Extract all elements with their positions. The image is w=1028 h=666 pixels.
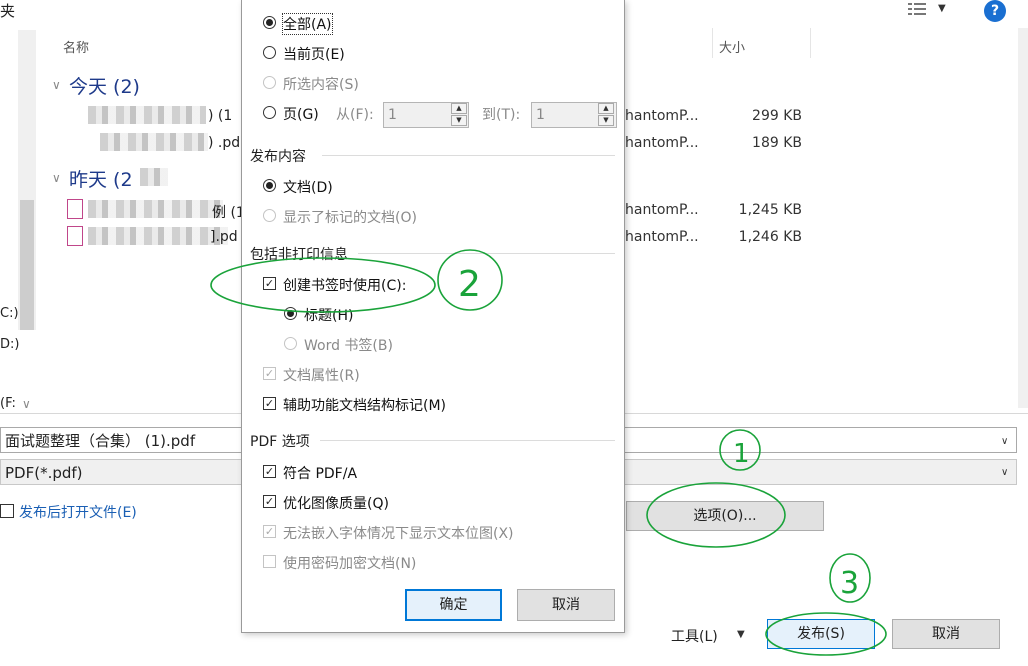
- encrypt-label[interactable]: 使用密码加密文档(N): [283, 553, 416, 573]
- pdfa-label[interactable]: 符合 PDF/A: [283, 463, 357, 483]
- content-markup-radio[interactable]: [263, 209, 276, 222]
- section-divider: [358, 253, 615, 254]
- from-label: 从(F):: [336, 107, 374, 123]
- range-all-label[interactable]: 全部(A): [282, 13, 333, 35]
- pdfa-checkbox[interactable]: ✓: [263, 465, 276, 478]
- range-all-radio[interactable]: [263, 16, 276, 29]
- accessibility-checkbox[interactable]: ✓: [263, 397, 276, 410]
- bookmarks-word-label[interactable]: Word 书签(B): [304, 335, 393, 355]
- group-collapse-chevron-icon[interactable]: ∨: [52, 171, 61, 185]
- column-header-size[interactable]: 大小: [719, 37, 745, 56]
- accessibility-label[interactable]: 辅助功能文档结构标记(M): [283, 395, 446, 415]
- from-spin-down-icon[interactable]: ▼: [451, 115, 467, 126]
- group-header-yesterday[interactable]: 昨天 (2: [69, 165, 133, 192]
- nav-drive-d[interactable]: D:): [0, 337, 19, 352]
- bookmarks-headings-radio[interactable]: [284, 307, 297, 320]
- file-app: hantomP...: [625, 135, 699, 151]
- file-name-suffix[interactable]: 例 (1: [212, 202, 245, 222]
- ok-button[interactable]: 确定: [405, 589, 502, 621]
- from-spin-up-icon[interactable]: ▲: [451, 103, 467, 114]
- column-divider[interactable]: [712, 28, 713, 58]
- bookmarks-headings-label[interactable]: 标题(H): [304, 305, 353, 325]
- file-name-suffix[interactable]: ) (1: [208, 108, 232, 124]
- range-selection-label[interactable]: 所选内容(S): [283, 74, 359, 94]
- properties-checkbox[interactable]: ✓: [263, 367, 276, 380]
- filename-dropdown-arrow-icon[interactable]: ∨: [1001, 436, 1008, 447]
- view-details-icon[interactable]: [908, 2, 926, 16]
- file-size: 1,246 KB: [738, 229, 802, 245]
- file-size: 299 KB: [752, 108, 802, 124]
- options-dialog: 全部(A) 当前页(E) 所选内容(S) 页(G) 从(F): 1 ▲ ▼ 到(…: [241, 0, 625, 633]
- blurred-filename: [88, 227, 228, 245]
- tools-menu[interactable]: 工具(L): [671, 626, 718, 646]
- optimize-label[interactable]: 优化图像质量(Q): [283, 493, 389, 513]
- publish-button[interactable]: 发布(S): [767, 619, 875, 649]
- blurred-filename: [88, 200, 223, 218]
- options-button[interactable]: 选项(O)...: [626, 501, 824, 531]
- encrypt-checkbox[interactable]: [263, 555, 276, 568]
- pdf-file-icon: [67, 226, 83, 246]
- nav-drive-f[interactable]: (F:: [0, 396, 16, 411]
- right-scrollbar[interactable]: [1018, 28, 1028, 408]
- nav-drive-c[interactable]: C:): [0, 306, 19, 321]
- bookmarks-checkbox[interactable]: ✓: [263, 277, 276, 290]
- column-header-name[interactable]: 名称: [63, 37, 89, 56]
- content-markup-label[interactable]: 显示了标记的文档(O): [283, 207, 417, 227]
- options-cancel-button[interactable]: 取消: [517, 589, 615, 621]
- cancel-button[interactable]: 取消: [892, 619, 1000, 649]
- nav-scrollbar-thumb[interactable]: [20, 200, 34, 330]
- annotation-number-three: 3: [840, 566, 859, 601]
- section-divider: [322, 155, 615, 156]
- file-name-suffix[interactable]: ].pd: [210, 229, 238, 245]
- range-current-label[interactable]: 当前页(E): [283, 44, 345, 64]
- group-header-today[interactable]: 今天 (2): [69, 72, 140, 99]
- to-label: 到(T):: [482, 107, 521, 123]
- blurred-filename: [88, 106, 206, 124]
- annotation-circle-three: [829, 553, 871, 603]
- nonprint-title: 包括非打印信息: [250, 247, 348, 263]
- bookmarks-word-radio[interactable]: [284, 337, 297, 350]
- properties-label[interactable]: 文档属性(R): [283, 365, 360, 385]
- file-size: 1,245 KB: [738, 202, 802, 218]
- filetype-dropdown-arrow-icon[interactable]: ∨: [1001, 467, 1008, 478]
- window-title: 夹: [0, 2, 16, 20]
- publish-content-title: 发布内容: [250, 149, 306, 165]
- bookmarks-label[interactable]: 创建书签时使用(C):: [283, 275, 406, 295]
- tools-dropdown-arrow-icon[interactable]: ▼: [737, 629, 745, 640]
- section-divider: [320, 440, 615, 441]
- file-app: hantomP...: [625, 229, 699, 245]
- column-divider[interactable]: [810, 28, 811, 58]
- to-spin-down-icon[interactable]: ▼: [598, 115, 614, 126]
- bitmap-label[interactable]: 无法嵌入字体情况下显示文本位图(X): [283, 523, 514, 543]
- help-button[interactable]: ?: [984, 0, 1006, 22]
- view-dropdown-arrow-icon[interactable]: ▼: [938, 3, 946, 14]
- pdf-options-title: PDF 选项: [250, 434, 310, 450]
- content-document-radio[interactable]: [263, 179, 276, 192]
- range-current-radio[interactable]: [263, 46, 276, 59]
- open-after-publish-checkbox[interactable]: [0, 504, 14, 518]
- content-document-label[interactable]: 文档(D): [283, 177, 333, 197]
- file-app: hantomP...: [625, 108, 699, 124]
- range-pages-label[interactable]: 页(G): [283, 104, 319, 124]
- file-name-suffix[interactable]: ) .pd: [208, 135, 240, 151]
- nav-expand-chevron-icon[interactable]: ∨: [22, 397, 31, 411]
- open-after-publish-label[interactable]: 发布后打开文件(E): [19, 502, 137, 522]
- pdf-file-icon: [67, 199, 83, 219]
- range-selection-radio[interactable]: [263, 76, 276, 89]
- optimize-checkbox[interactable]: ✓: [263, 495, 276, 508]
- blurred-filename: [100, 133, 208, 151]
- group-collapse-chevron-icon[interactable]: ∨: [52, 78, 61, 92]
- blurred-filename: [140, 168, 168, 186]
- bitmap-checkbox[interactable]: ✓: [263, 525, 276, 538]
- to-spin-up-icon[interactable]: ▲: [598, 103, 614, 114]
- range-pages-radio[interactable]: [263, 106, 276, 119]
- file-app: hantomP...: [625, 202, 699, 218]
- file-size: 189 KB: [752, 135, 802, 151]
